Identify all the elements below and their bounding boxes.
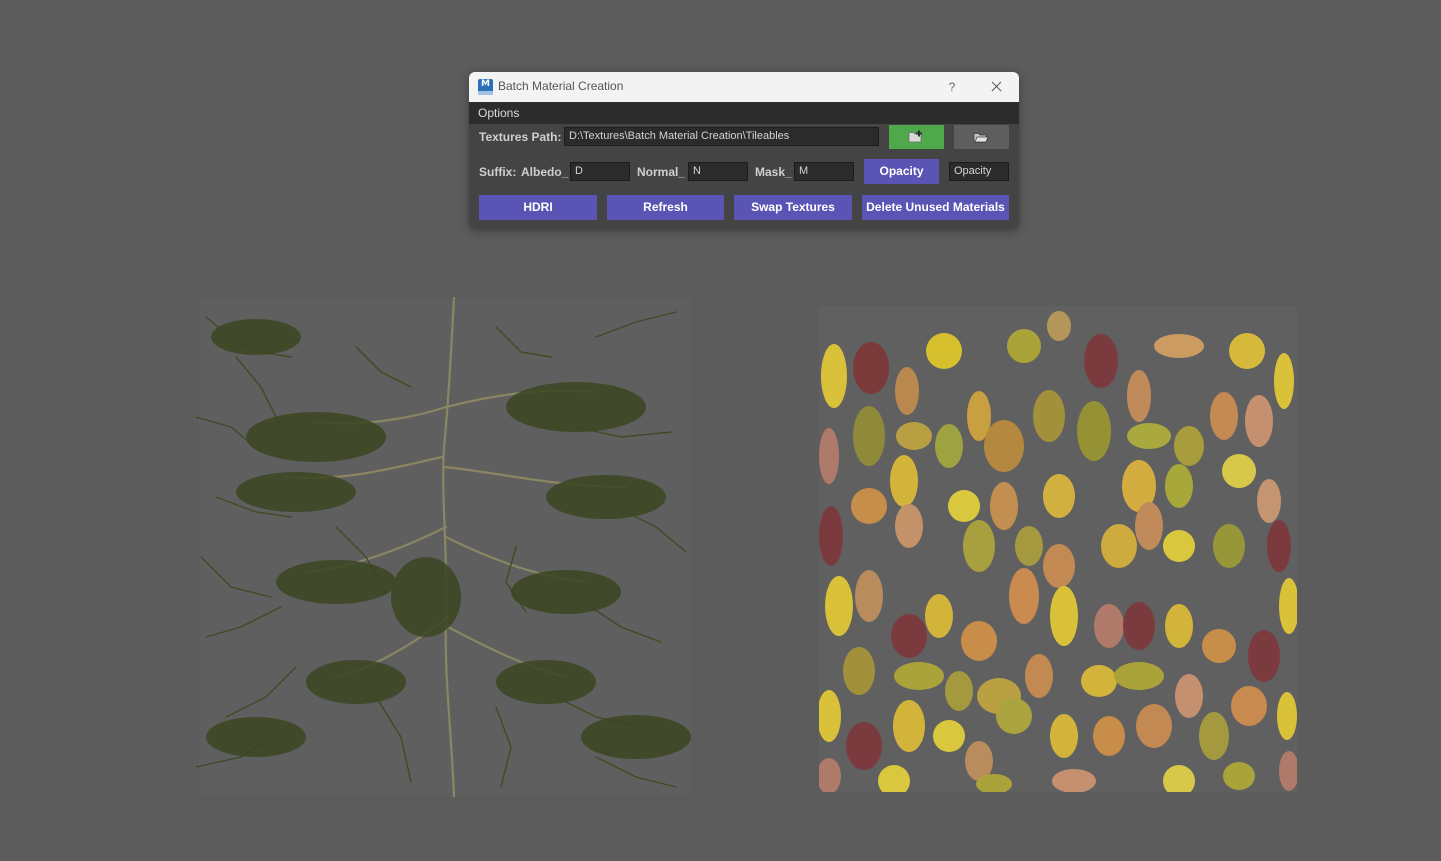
- dialog-title: Batch Material Creation: [498, 79, 624, 93]
- conifer-branches-texture: [196, 297, 691, 797]
- refresh-button[interactable]: Refresh: [607, 195, 724, 220]
- opacity-button[interactable]: Opacity: [864, 159, 939, 184]
- suffix-label: Suffix:: [479, 165, 517, 179]
- albedo-suffix-input[interactable]: D: [570, 162, 630, 181]
- browse-folder-button[interactable]: [954, 125, 1009, 149]
- opacity-suffix-input[interactable]: Opacity: [949, 162, 1009, 181]
- menu-bar: Options: [469, 102, 1019, 124]
- close-icon[interactable]: [985, 77, 1007, 97]
- folder-open-icon: [973, 133, 989, 143]
- albedo-suffix-label: Albedo_: [521, 165, 569, 179]
- normal-suffix-label: Normal_: [637, 165, 686, 179]
- normal-suffix-input[interactable]: N: [688, 162, 748, 181]
- textures-path-label: Textures Path:: [479, 130, 562, 144]
- hdri-button[interactable]: HDRI: [479, 195, 597, 220]
- batch-material-dialog: M Batch Material Creation ? Options Text…: [469, 72, 1019, 229]
- add-folder-button[interactable]: [889, 125, 944, 149]
- menu-options[interactable]: Options: [478, 106, 519, 120]
- mask-suffix-label: Mask_: [755, 165, 792, 179]
- delete-unused-materials-button[interactable]: Delete Unused Materials: [862, 195, 1009, 220]
- help-button[interactable]: ?: [942, 77, 962, 97]
- title-bar[interactable]: M Batch Material Creation ?: [469, 72, 1019, 102]
- autumn-leaves-texture: [819, 306, 1297, 792]
- textures-path-input[interactable]: D:\Textures\Batch Material Creation\Tile…: [564, 127, 879, 146]
- folder-add-icon: [908, 130, 922, 143]
- swap-textures-button[interactable]: Swap Textures: [734, 195, 852, 220]
- mask-suffix-input[interactable]: M: [794, 162, 854, 181]
- maya-app-icon: M: [478, 79, 493, 95]
